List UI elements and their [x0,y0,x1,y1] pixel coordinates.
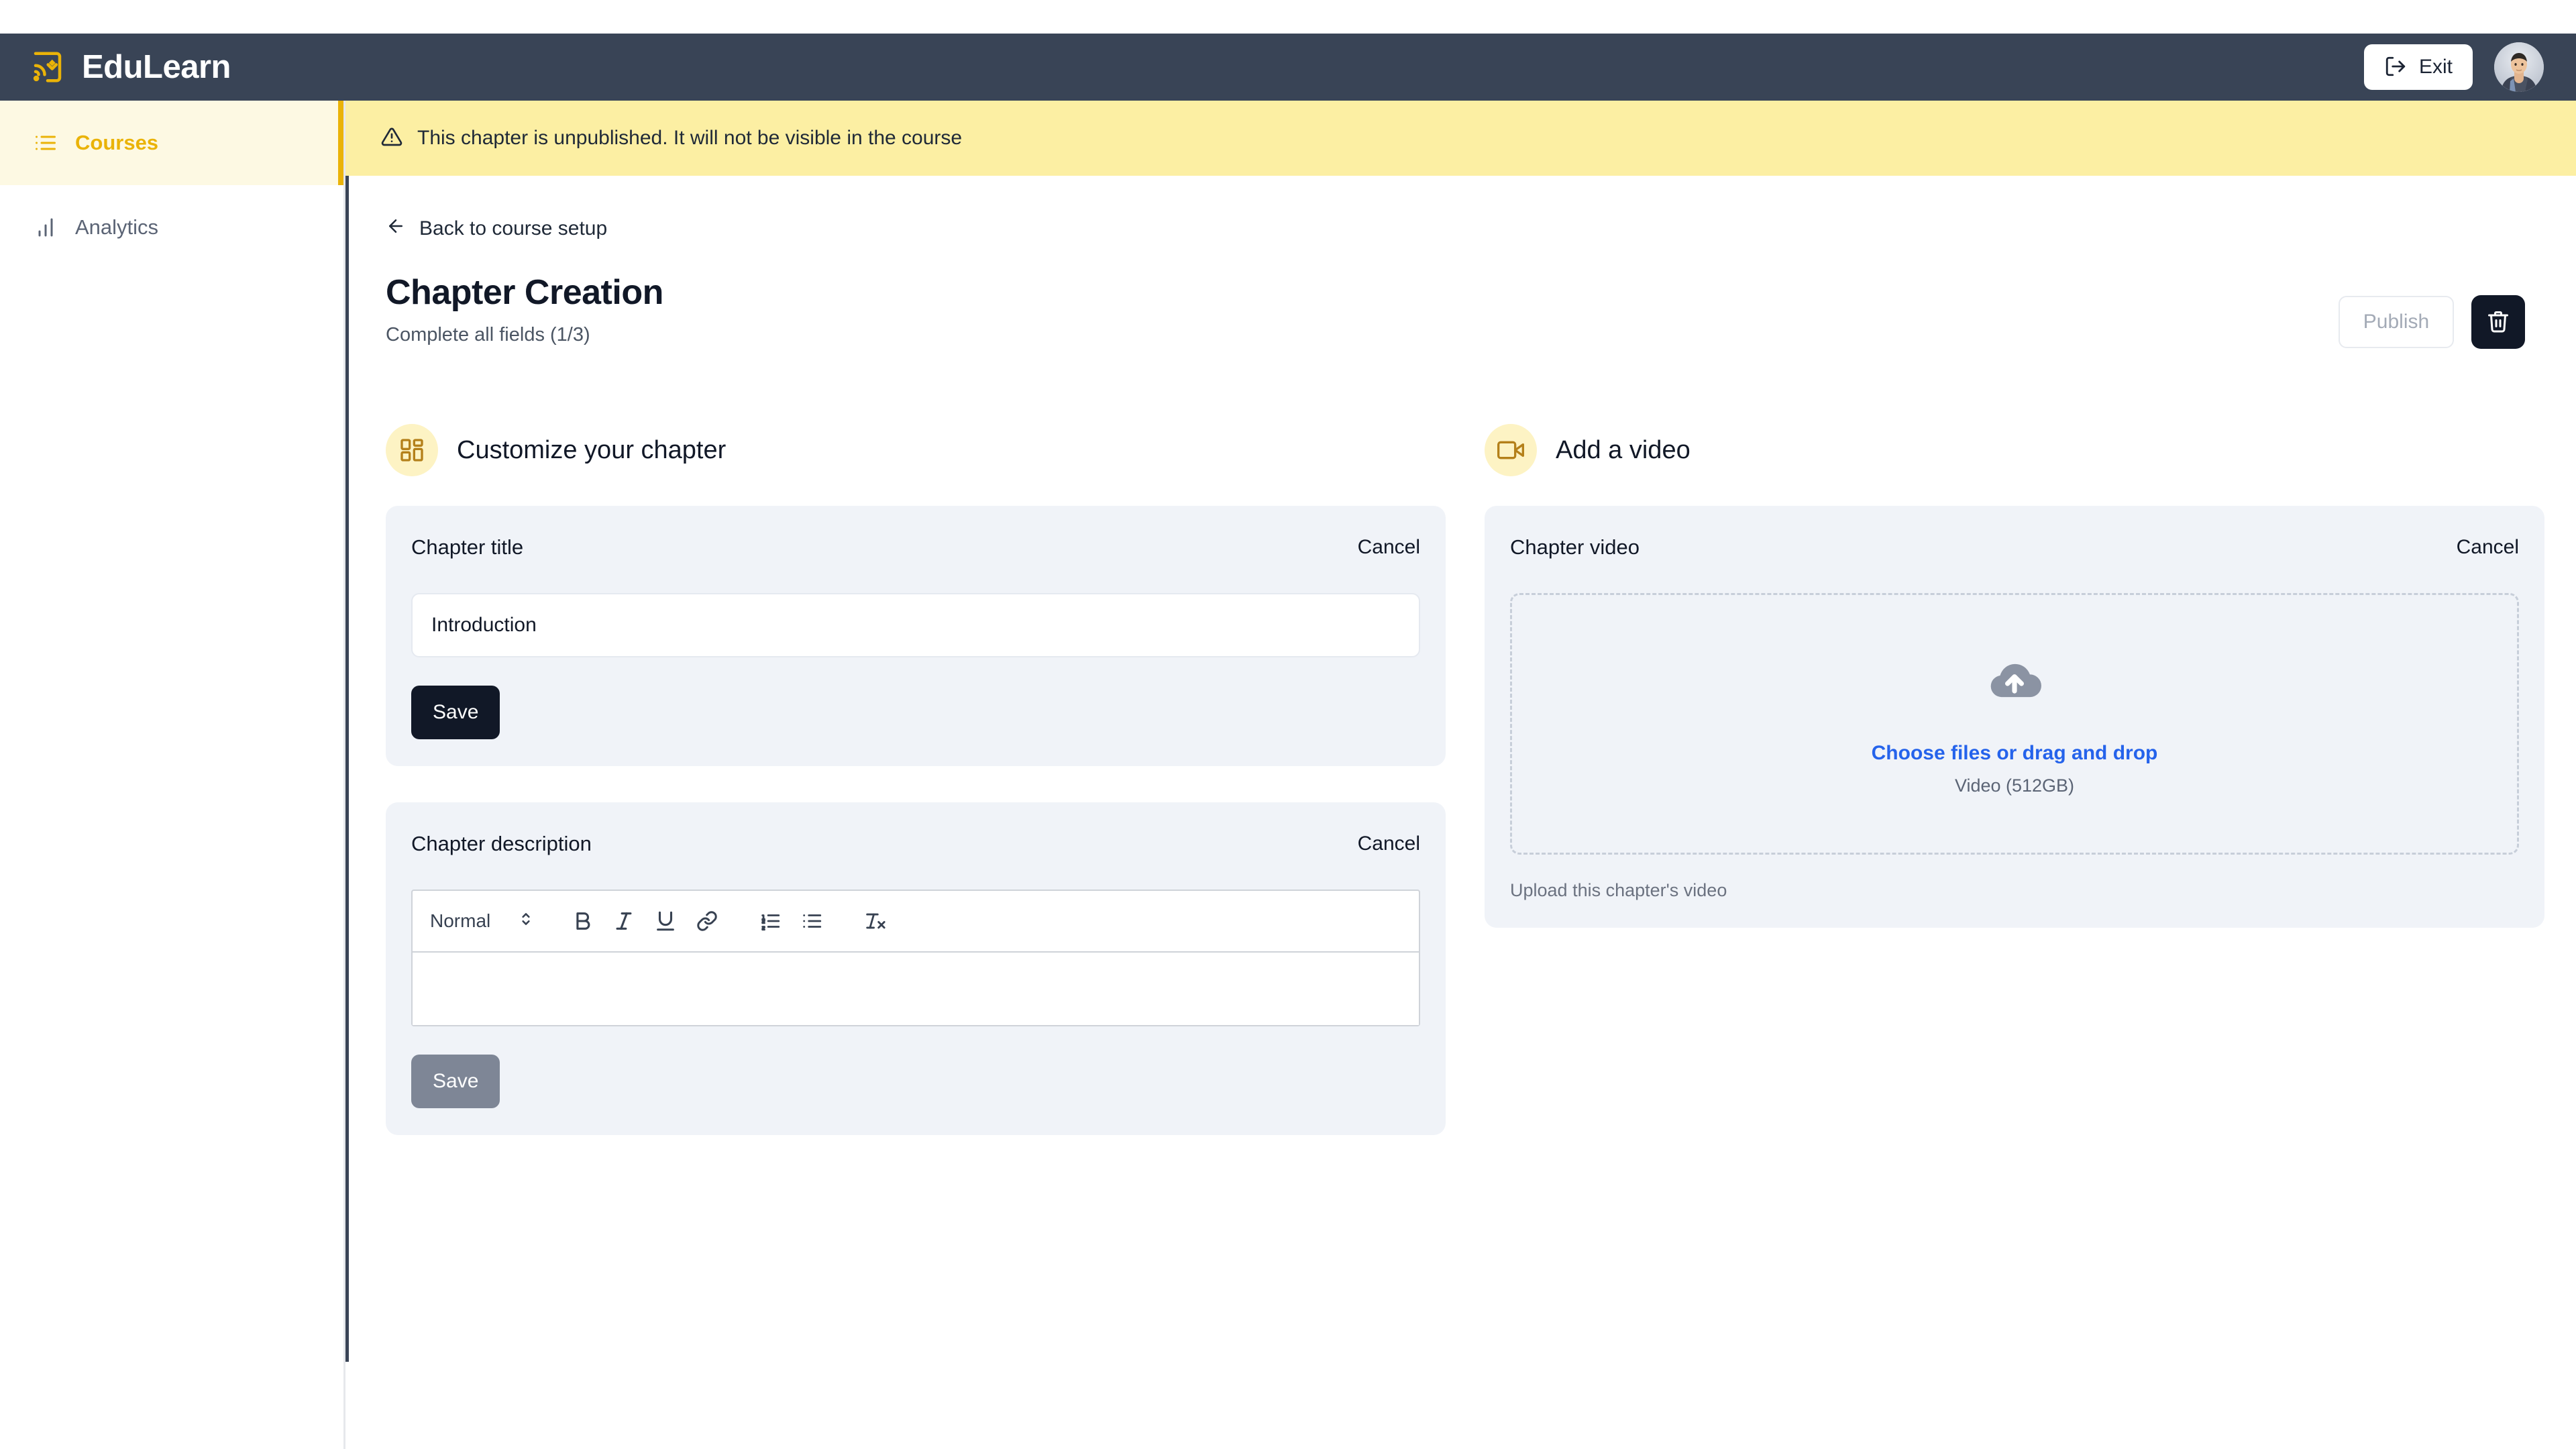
video-camera-icon [1485,424,1537,476]
chapter-video-card: Chapter video Cancel Choose files or dra… [1485,506,2544,928]
logout-icon [2384,55,2407,80]
section-title: Add a video [1556,435,1690,464]
chapter-description-label: Chapter description [411,832,592,855]
sidebar-item-courses[interactable]: Courses [0,101,343,185]
alert-triangle-icon [381,126,402,151]
video-dropzone[interactable]: Choose files or drag and drop Video (512… [1510,593,2519,855]
main-content: Back to course setup Chapter Creation Co… [349,176,2576,1449]
sidebar: Courses Analytics [0,101,345,1449]
page-header-text: Chapter Creation Complete all fields (1/… [386,272,663,346]
underline-icon[interactable] [645,900,686,942]
clear-format-icon[interactable] [854,900,896,942]
bar-chart-icon [34,215,58,239]
sidebar-item-analytics[interactable]: Analytics [0,185,343,270]
content-columns: Customize your chapter Chapter title Can… [386,424,2544,1171]
chapter-title-input[interactable] [411,593,1420,657]
chapter-description-card-header: Chapter description Cancel [411,832,1420,856]
chapter-description-cancel-button[interactable]: Cancel [1358,833,1420,855]
exit-button-label: Exit [2418,56,2453,78]
chapter-title-label: Chapter title [411,535,524,559]
customize-chapter-column: Customize your chapter Chapter title Can… [386,424,1446,1171]
back-to-course-setup-link[interactable]: Back to course setup [386,216,607,241]
sidebar-item-label: Courses [75,131,159,154]
rich-text-editor: Normal [411,890,1420,1026]
header-actions: Exit [2363,42,2544,92]
list-icon [34,131,58,155]
add-video-column: Add a video Chapter video Cancel Choose … [1485,424,2544,1171]
italic-icon[interactable] [603,900,645,942]
broadcast-book-icon [30,49,66,85]
brand[interactable]: EduLearn [30,49,231,85]
window-top-strip [0,0,2576,34]
warning-message: This chapter is unpublished. It will not… [417,127,963,149]
back-link-label: Back to course setup [419,217,608,239]
exit-button[interactable]: Exit [2363,44,2473,90]
link-icon[interactable] [686,900,728,942]
chapter-title-card: Chapter title Cancel Save [386,506,1446,766]
chapter-video-cancel-button[interactable]: Cancel [2457,536,2519,559]
ordered-list-icon[interactable] [749,900,791,942]
brand-name: EduLearn [82,48,231,85]
chapter-video-label: Chapter video [1510,535,1640,559]
cloud-upload-icon [1986,651,2043,712]
add-video-section-header: Add a video [1485,424,2544,476]
chapter-title-card-header: Chapter title Cancel [411,535,1420,559]
chapter-title-cancel-button[interactable]: Cancel [1358,536,1420,559]
section-title: Customize your chapter [457,435,727,464]
delete-chapter-button[interactable] [2471,295,2525,349]
arrow-left-icon [386,216,406,241]
chapter-description-save-button[interactable]: Save [411,1055,500,1108]
choose-files-link[interactable]: Choose files or drag and drop [1872,742,2158,765]
publish-button[interactable]: Publish [2339,296,2454,348]
page-subtitle: Complete all fields (1/3) [386,324,590,345]
chapter-video-card-header: Chapter video Cancel [1510,535,2519,559]
bullet-list-icon[interactable] [791,900,833,942]
sidebar-item-label: Analytics [75,215,159,239]
page-header: Chapter Creation Complete all fields (1/… [386,272,2525,349]
format-select[interactable]: Normal [430,910,551,932]
customize-chapter-section-header: Customize your chapter [386,424,1446,476]
app-header: EduLearn Exit [0,34,2576,101]
dropzone-hint: Video (512GB) [1954,775,2075,796]
page-title: Chapter Creation [386,273,663,312]
format-select-value: Normal [430,910,491,931]
trash-icon [2486,309,2510,335]
page-actions: Publish [2339,272,2525,349]
editor-body[interactable] [413,953,1419,1025]
avatar[interactable] [2494,42,2544,92]
chevron-updown-icon [517,910,535,932]
unpublished-warning-banner: This chapter is unpublished. It will not… [345,101,2576,176]
layout-dashboard-icon [386,424,438,476]
bold-icon[interactable] [561,900,603,942]
video-card-footnote: Upload this chapter's video [1510,880,1727,900]
chapter-title-save-button[interactable]: Save [411,686,500,739]
chapter-description-card: Chapter description Cancel Normal Save [386,802,1446,1135]
editor-toolbar: Normal [413,891,1419,953]
